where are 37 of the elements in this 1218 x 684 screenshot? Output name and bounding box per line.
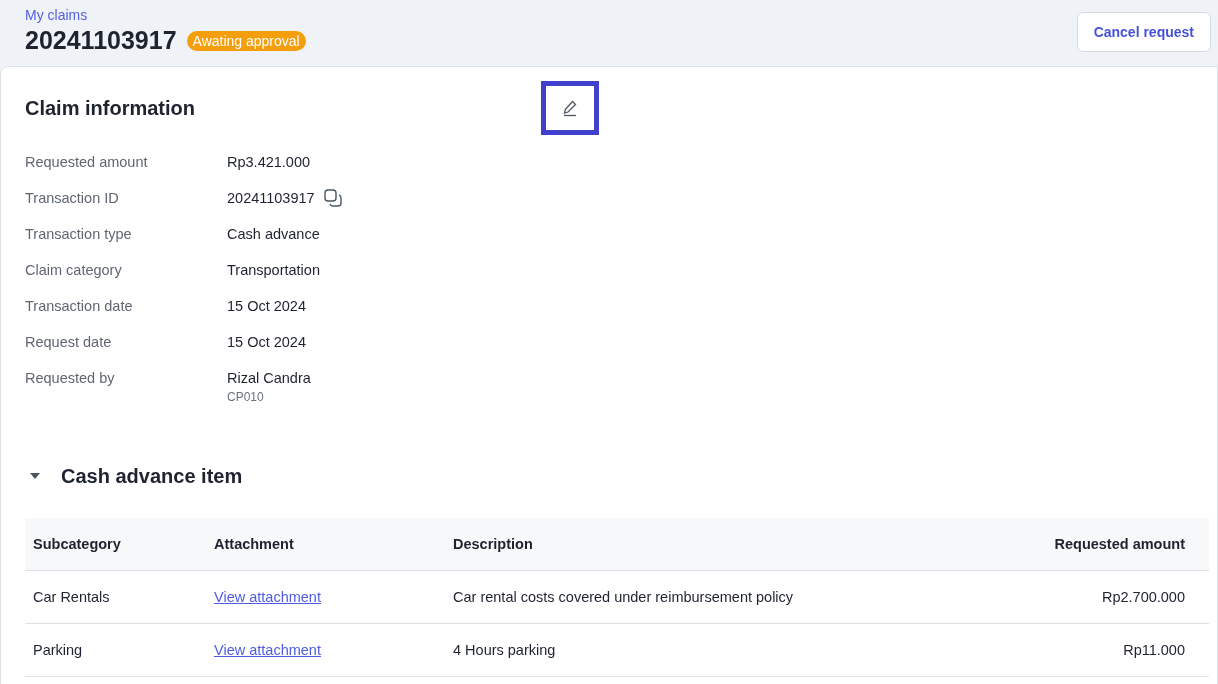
breadcrumb-link[interactable]: My claims: [25, 7, 88, 23]
table-cell: Rp11.000: [1123, 642, 1185, 658]
column-header: Requested amount: [969, 518, 1209, 571]
field-value: Transportation: [227, 261, 320, 280]
field-label: Request date: [25, 333, 113, 352]
field-value: 20241103917: [227, 189, 315, 208]
cancel-request-button[interactable]: Cancel request: [1076, 12, 1211, 52]
field-value: 15 Oct 2024: [227, 333, 306, 352]
field-value: Rizal Candra: [227, 369, 311, 388]
table-cell: Car Rentals: [33, 589, 110, 605]
section-title: Cash advance item: [61, 464, 243, 488]
status-badge: Awating approval: [186, 30, 306, 51]
field-value: Cash advance: [227, 225, 320, 244]
table-cell: Rp2.700.000: [1101, 589, 1185, 605]
claim-number-title: 20241103917: [25, 26, 177, 55]
field-label: Transaction date: [25, 297, 134, 316]
column-header: Subcategory: [25, 518, 206, 571]
column-header: Description: [445, 518, 970, 571]
view-attachment-link[interactable]: View attachment: [214, 589, 321, 605]
table-cell: Car rental costs covered under reimbursement policy: [453, 589, 794, 605]
edit-button[interactable]: [541, 81, 599, 135]
field-label: Transaction type: [25, 225, 133, 244]
field-value: 15 Oct 2024: [227, 297, 306, 316]
copy-icon[interactable]: [322, 188, 343, 208]
table-cell: Parking: [33, 642, 83, 658]
caret-icon[interactable]: [29, 472, 41, 480]
pencil-icon: [561, 99, 579, 117]
field-label: Claim category: [25, 261, 123, 280]
table-cell: 4 Hours parking: [453, 642, 556, 658]
field-label: Transaction ID: [25, 189, 120, 208]
field-value: Rp3.421.000: [227, 153, 311, 172]
field-label: Requested by: [25, 369, 116, 388]
field-subvalue: CP010: [227, 390, 265, 404]
field-label: Requested amount: [25, 153, 149, 172]
column-header: Attachment: [206, 518, 445, 571]
view-attachment-link[interactable]: View attachment: [214, 642, 321, 658]
section-title: Claim information: [25, 96, 196, 120]
